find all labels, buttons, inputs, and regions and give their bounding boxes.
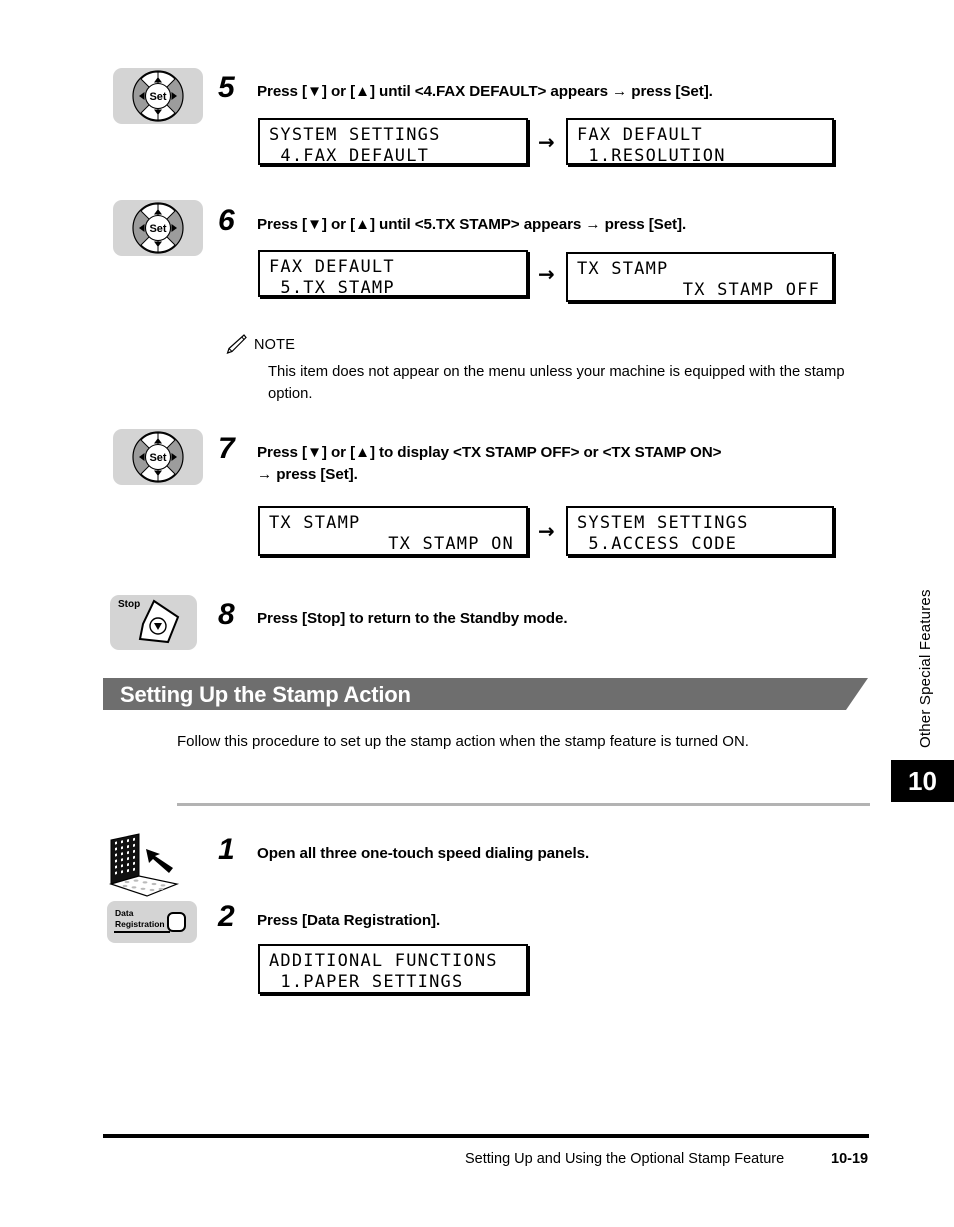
footer-page-number: 10-19 [831, 1151, 869, 1167]
lcd-line-1: FAX DEFAULT [577, 125, 703, 145]
footer-divider [103, 1134, 869, 1138]
chapter-side-label: Other Special Features [917, 589, 934, 748]
note-heading: NOTE [254, 337, 296, 353]
set-key-icon[interactable]: Set [113, 68, 203, 124]
dpad-graphic: Set [132, 70, 184, 122]
flow-arrow-icon: → [538, 519, 555, 543]
speed-dial-panels-icon [103, 832, 191, 900]
lcd-line-2: TX STAMP ON [388, 534, 514, 554]
lcd-line-1: SYSTEM SETTINGS [269, 125, 441, 145]
step-instruction: Press [Data Registration]. [257, 912, 441, 929]
data-registration-label: Data Registration [115, 908, 167, 929]
lcd-line-1: TX STAMP [269, 513, 361, 533]
lcd-line-1: SYSTEM SETTINGS [577, 513, 749, 533]
step-number: 8 [218, 598, 235, 631]
data-registration-key-icon[interactable]: Data Registration [107, 901, 197, 943]
step-number: 6 [218, 204, 235, 237]
section-divider [177, 803, 870, 806]
set-key-icon[interactable]: Set [113, 200, 203, 256]
svg-text:Set: Set [149, 223, 166, 235]
data-registration-underline [114, 931, 170, 933]
step-number: 5 [218, 71, 235, 104]
step-number: 1 [218, 833, 235, 866]
section-title: Setting Up the Stamp Action [120, 682, 411, 707]
data-registration-label-line1: Data [115, 908, 134, 918]
section-intro: Follow this procedure to set up the stam… [177, 733, 749, 750]
lcd-display: TX STAMP TX STAMP ON [258, 506, 528, 556]
step-instruction: Open all three one-touch speed dialing p… [257, 845, 590, 862]
lcd-line-2: 4.FAX DEFAULT [269, 146, 430, 166]
svg-text:Set: Set [149, 452, 166, 464]
chapter-number-tab: 10 [891, 760, 954, 802]
flow-arrow-icon: → [538, 262, 555, 286]
lcd-line-2: 5.ACCESS CODE [577, 534, 738, 554]
step-number: 2 [218, 900, 235, 933]
lcd-line-2: 1.RESOLUTION [577, 146, 726, 166]
section-banner: Setting Up the Stamp Action [103, 678, 868, 710]
step-instruction: Press [▼] or [▲] to display <TX STAMP OF… [257, 444, 722, 483]
lcd-display: SYSTEM SETTINGS 4.FAX DEFAULT [258, 118, 528, 166]
step-instruction: Press [Stop] to return to the Standby mo… [257, 610, 568, 627]
dpad-graphic: Set [132, 202, 184, 254]
lcd-display: ADDITIONAL FUNCTIONS 1.PAPER SETTINGS [258, 944, 528, 994]
step-number: 7 [218, 432, 235, 465]
lcd-display: FAX DEFAULT 1.RESOLUTION [566, 118, 834, 166]
footer-title: Setting Up and Using the Optional Stamp … [465, 1151, 785, 1167]
lcd-display: TX STAMP TX STAMP OFF [566, 252, 834, 302]
lcd-line-1: FAX DEFAULT [269, 257, 395, 277]
svg-text:Set: Set [149, 91, 166, 103]
lcd-line-2: 5.TX STAMP [269, 278, 395, 298]
note-body: This item does not appear on the menu un… [268, 364, 845, 403]
flow-arrow-icon: → [538, 130, 555, 154]
lcd-line-2: 1.PAPER SETTINGS [269, 972, 464, 992]
step-instruction: Press [▼] or [▲] until <5.TX STAMP> appe… [257, 216, 687, 233]
lcd-line-2: TX STAMP OFF [682, 280, 820, 300]
set-key-icon[interactable]: Set [113, 429, 203, 485]
stop-key-icon[interactable]: Stop [110, 595, 197, 650]
lcd-display: SYSTEM SETTINGS 5.ACCESS CODE [566, 506, 834, 556]
data-registration-button[interactable] [167, 912, 186, 932]
lcd-display: FAX DEFAULT 5.TX STAMP [258, 250, 528, 298]
dpad-graphic: Set [132, 431, 184, 483]
data-registration-label-line2: Registration [115, 918, 165, 929]
pencil-icon [225, 334, 247, 354]
lcd-line-1: ADDITIONAL FUNCTIONS [269, 951, 498, 971]
lcd-line-1: TX STAMP [577, 259, 669, 279]
step-instruction: Press [▼] or [▲] until <4.FAX DEFAULT> a… [257, 83, 713, 100]
